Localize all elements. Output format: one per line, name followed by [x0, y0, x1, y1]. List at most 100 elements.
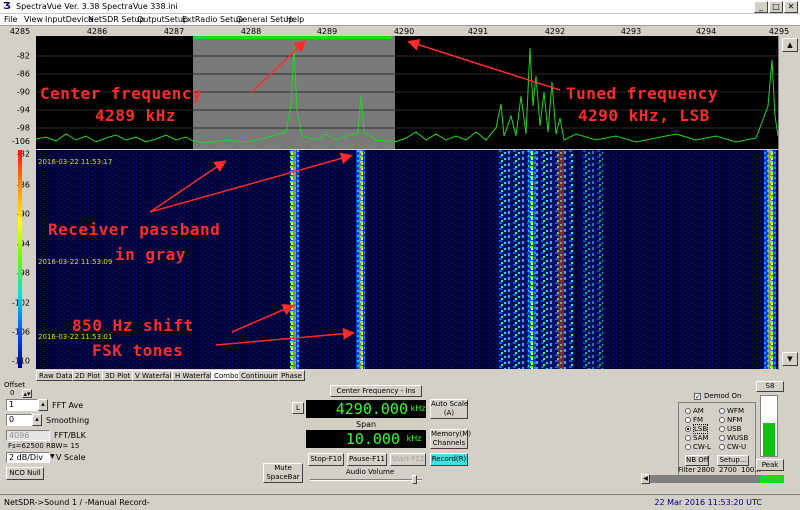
tab-continuum[interactable]: Continuum: [238, 370, 283, 381]
mode-wfm[interactable]: WFM: [719, 407, 744, 415]
freq-tick-label: 4291: [467, 27, 489, 36]
tab-3d-plot[interactable]: 3D Plot: [102, 370, 134, 381]
filter-left-arrow-icon[interactable]: ◀: [641, 474, 650, 484]
frequency-display[interactable]: 4290.000: [306, 400, 410, 418]
mode-nfm[interactable]: NFM: [719, 416, 742, 424]
start-button[interactable]: Start-F12: [390, 453, 426, 466]
smoothing-spinner[interactable]: ▴: [32, 414, 42, 426]
mode-sam-label: SAM: [693, 434, 709, 442]
audio-volume-thumb[interactable]: [412, 475, 417, 484]
mode-cw-l[interactable]: CW-L: [685, 443, 711, 451]
scroll-down-icon[interactable]: ▼: [782, 352, 798, 366]
auto-scale-shortcut: (A): [443, 409, 455, 417]
fft-ave-field[interactable]: 1: [6, 399, 38, 411]
window-title: SpectraVue Ver. 3.38 SpectraVue 338.ini: [16, 2, 178, 11]
audio-volume-slider[interactable]: [310, 479, 422, 481]
annotation-fsk-line2: FSK tones: [92, 341, 184, 360]
frequency-axis: 4285 4286 4287 4288 4289 4290 4291 4292 …: [0, 26, 800, 36]
menu-view[interactable]: View: [24, 15, 43, 24]
vertical-scrollbar[interactable]: ▲ ▼: [778, 36, 800, 370]
color-scale-bar: [18, 150, 22, 368]
center-frequency-button[interactable]: Center Frequency - Ins: [330, 385, 422, 397]
menu-general-setup[interactable]: General Setup: [236, 15, 293, 24]
fft-ave-spinner[interactable]: ▴: [38, 399, 48, 411]
audio-volume-label: Audio Volume: [346, 468, 395, 476]
freq-tick-label: 4287: [163, 27, 185, 36]
setup-button[interactable]: Setup...: [717, 455, 749, 466]
menu-bar: File View InputDevice NetSDR Setup Outpu…: [0, 14, 800, 26]
span-display[interactable]: 10.000: [306, 430, 402, 448]
freq-tick-label: 4289: [316, 27, 338, 36]
mode-lsb-label: LSB: [693, 424, 709, 434]
mode-sam[interactable]: SAM: [685, 434, 708, 442]
mode-usb-label: USB: [727, 425, 742, 433]
mode-fm-label: FM: [693, 416, 704, 424]
menu-inputdevice[interactable]: InputDevice: [45, 15, 93, 24]
mode-am[interactable]: AM: [685, 407, 704, 415]
record-button[interactable]: Record(R): [430, 453, 468, 466]
mode-cw-u-label: CW-U: [727, 443, 747, 451]
offset-label: Offset: [4, 381, 26, 389]
tab-phase[interactable]: Phase: [278, 370, 305, 381]
smoothing-field[interactable]: 0: [6, 414, 32, 426]
scroll-up-icon[interactable]: ▲: [782, 38, 798, 52]
radio-icon: [719, 444, 725, 450]
tab-raw-data[interactable]: Raw Data: [36, 370, 76, 381]
mode-cw-u[interactable]: CW-U: [719, 443, 746, 451]
menu-extradio-setup[interactable]: ExtRadio Setup: [182, 15, 243, 24]
demod-on-checkbox[interactable]: ✓: [694, 393, 701, 401]
mode-cw-l-label: CW-L: [693, 443, 711, 451]
db-tick-label: -90: [16, 87, 30, 97]
annotation-tuned-line1: Tuned frequency: [566, 84, 718, 103]
mode-usb[interactable]: USB: [719, 425, 741, 433]
status-left-text: NetSDR->Sound 1 / -Manual Record-: [4, 498, 150, 507]
auto-scale-button[interactable]: Auto Scale (A): [430, 399, 468, 419]
radio-selected-icon: [685, 426, 691, 432]
radio-icon: [685, 444, 691, 450]
mute-label: Mute: [274, 464, 292, 472]
tab-2d-plot[interactable]: 2D Plot: [72, 370, 104, 381]
filter-value-100: 100...: [741, 466, 762, 474]
smoothing-label: Smoothing: [46, 416, 90, 425]
radio-icon: [719, 417, 725, 423]
mode-wusb[interactable]: WUSB: [719, 434, 748, 442]
offset-spinner[interactable]: ▴▾: [22, 389, 32, 398]
mute-shortcut: SpaceBar: [266, 473, 300, 481]
freq-tick-label: 4286: [86, 27, 108, 36]
memory-channels-button[interactable]: Memory(M) Channels: [430, 429, 471, 449]
waterfall-timestamp: 2016-03-22 11:53:09: [38, 258, 113, 266]
offset-value: 0: [10, 389, 15, 397]
minimize-button[interactable]: _: [754, 1, 768, 13]
db-tick-label: -94: [16, 105, 30, 115]
title-bar: Ʒ SpectraVue Ver. 3.38 SpectraVue 338.in…: [0, 0, 800, 14]
annotation-fsk-line1: 850 Hz shift: [72, 316, 194, 335]
menu-outputsetup[interactable]: OutputSetup: [137, 15, 188, 24]
vscale-dropdown-icon[interactable]: ▼: [50, 453, 55, 460]
radio-icon: [685, 435, 691, 441]
nb-off-button[interactable]: NB Off: [685, 455, 709, 466]
menu-file[interactable]: File: [4, 15, 17, 24]
close-button[interactable]: ✕: [784, 1, 798, 13]
mute-button[interactable]: Mute SpaceBar: [263, 463, 303, 483]
stop-button[interactable]: Stop-F10: [308, 453, 344, 466]
nco-null-button[interactable]: NCO Null: [6, 467, 44, 480]
auto-scale-label: Auto Scale: [431, 400, 469, 408]
channels-label: Channels: [432, 439, 466, 447]
mode-lsb[interactable]: LSB: [685, 424, 709, 434]
menu-help[interactable]: Help: [286, 15, 304, 24]
maximize-button[interactable]: □: [769, 1, 783, 13]
mode-fm[interactable]: FM: [685, 416, 703, 424]
vscale-select[interactable]: 2 dB/Div: [6, 452, 50, 463]
l-button[interactable]: L: [292, 402, 304, 414]
pause-button[interactable]: Pause-F11: [347, 453, 387, 466]
fft-blk-label: FFT/BLK: [54, 431, 86, 440]
freq-tick-label: 4290: [393, 27, 415, 36]
filter-bandwidth-bar[interactable]: [641, 475, 776, 483]
fft-blk-select[interactable]: 4096: [6, 430, 50, 441]
tab-v-waterfall[interactable]: V Waterfall: [132, 370, 177, 381]
filter-value-2800: 2800: [697, 466, 715, 474]
freq-tick-label: 4293: [620, 27, 642, 36]
db-tick-label: -82: [16, 51, 30, 61]
freq-tick-label: 4292: [544, 27, 566, 36]
radio-icon: [685, 417, 691, 423]
